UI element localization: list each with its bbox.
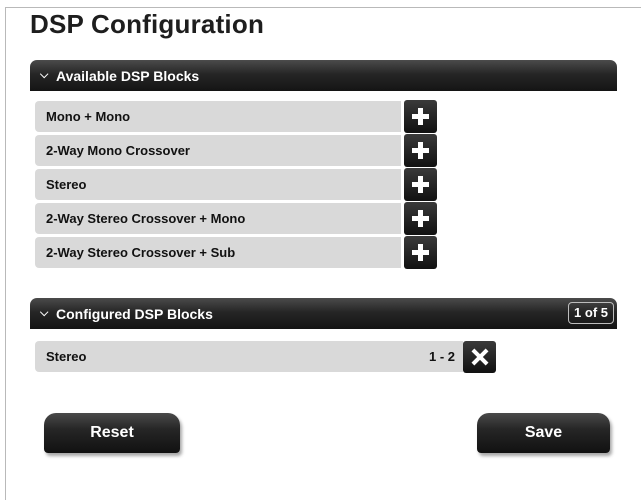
configured-block-row: Stereo 1 - 2: [35, 341, 463, 372]
configured-blocks-title: Configured DSP Blocks: [56, 305, 213, 322]
add-block-button[interactable]: [404, 202, 437, 235]
plus-icon: [412, 108, 429, 125]
add-block-button[interactable]: [404, 100, 437, 133]
available-block-label: 2-Way Stereo Crossover + Sub: [46, 245, 236, 260]
available-block-row: 2-Way Mono Crossover: [35, 135, 401, 166]
available-block-label: Mono + Mono: [46, 109, 131, 124]
available-block-row: 2-Way Stereo Crossover + Mono: [35, 203, 401, 234]
available-block-label: 2-Way Stereo Crossover + Mono: [46, 211, 246, 226]
configured-block-range: 1 - 2: [428, 349, 455, 364]
x-icon: [472, 349, 488, 365]
available-block-row: Mono + Mono: [35, 101, 401, 132]
add-block-button[interactable]: [404, 168, 437, 201]
reset-button[interactable]: Reset: [44, 413, 180, 453]
available-block-label: Stereo: [46, 177, 87, 192]
plus-icon: [412, 210, 429, 227]
remove-block-button[interactable]: [463, 341, 496, 373]
available-block-label: 2-Way Mono Crossover: [46, 143, 190, 158]
plus-icon: [412, 142, 429, 159]
available-block-row: 2-Way Stereo Crossover + Sub: [35, 237, 401, 268]
page-title: DSP Configuration: [30, 9, 265, 39]
available-blocks-title: Available DSP Blocks: [56, 67, 200, 84]
available-block-row: Stereo: [35, 169, 401, 200]
configured-blocks-header[interactable]: ⌵ Configured DSP Blocks 1 of 5: [30, 298, 617, 329]
configured-block-label: Stereo: [46, 349, 87, 364]
available-blocks-header[interactable]: ⌵ Available DSP Blocks: [30, 60, 617, 91]
chevron-down-icon: ⌵: [40, 307, 49, 319]
add-block-button[interactable]: [404, 236, 437, 269]
chevron-down-icon: ⌵: [40, 69, 49, 81]
plus-icon: [412, 176, 429, 193]
plus-icon: [412, 244, 429, 261]
save-button[interactable]: Save: [477, 413, 610, 453]
add-block-button[interactable]: [404, 134, 437, 167]
configured-count-badge: 1 of 5: [568, 302, 614, 324]
